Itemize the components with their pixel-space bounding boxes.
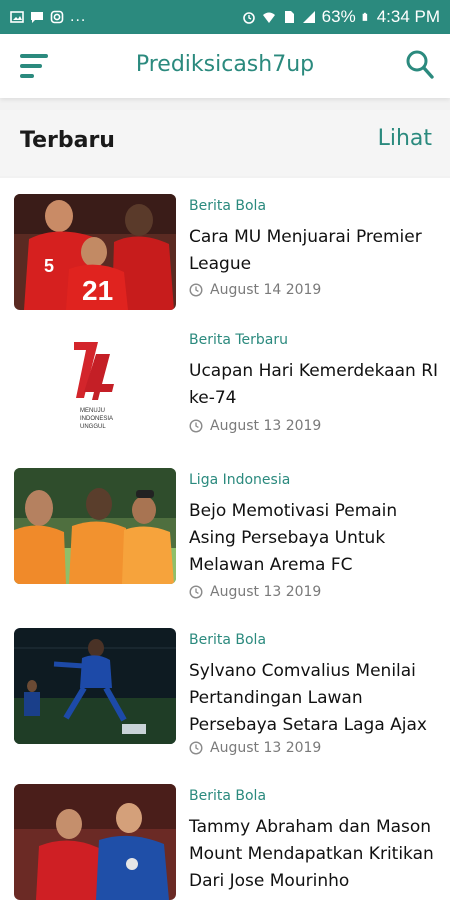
date-text: August 13 2019 (210, 740, 322, 756)
article-title: Ucapan Hari Kemerdekaan RI ke-74 (189, 361, 439, 408)
clock-icon (189, 585, 203, 599)
instagram-icon (50, 10, 64, 24)
search-icon[interactable] (406, 50, 434, 80)
app-title: Prediksicash7up (135, 52, 315, 77)
article-title: Bejo Memotivasi Pemain Asing Persebaya U… (189, 501, 398, 575)
overflow-dots: ... (70, 8, 87, 25)
battery-icon (362, 12, 367, 21)
image-icon (10, 11, 24, 23)
coach-team-image (14, 468, 176, 584)
sim-icon (284, 11, 294, 23)
alarm-icon (242, 12, 255, 24)
article-title: Cara MU Menjuarai Premier League (189, 227, 422, 274)
clock-time: 4:34 PM (376, 7, 440, 26)
article-title: Sylvano Comvalius Menilai Pertandingan L… (189, 661, 427, 735)
article-thumbnail (14, 628, 176, 744)
article-category: Berita Bola (189, 788, 267, 804)
status-notifications: ... (10, 8, 86, 26)
see-all-link[interactable]: Lihat (378, 126, 432, 151)
battery-percent: 63% (321, 7, 356, 26)
article-thumbnail: 21 5 (14, 194, 176, 310)
signal-icon (302, 11, 315, 23)
article-date: August 13 2019 (189, 418, 321, 434)
svg-text:INDONESIA: INDONESIA (80, 416, 113, 422)
article-category: Berita Bola (189, 198, 267, 214)
app-bar: Prediksicash7up (0, 34, 450, 98)
article-card[interactable]: Liga Indonesia Bejo Memotivasi Pemain As… (0, 468, 450, 600)
article-card[interactable]: Berita Bola Sylvano Comvalius Menilai Pe… (0, 628, 450, 758)
message-icon (31, 12, 43, 23)
section-header: Terbaru Lihat (0, 110, 450, 176)
date-text: August 14 2019 (210, 282, 322, 298)
article-title: Tammy Abraham dan Mason Mount Mendapatka… (189, 817, 434, 891)
article-date: August 13 2019 (189, 584, 321, 600)
article-category: Berita Terbaru (189, 332, 289, 348)
status-bar: ... 63% 4:34 PM (0, 0, 450, 34)
article-thumbnail (14, 784, 176, 900)
article-date: August 13 2019 (189, 740, 321, 756)
article-thumbnail: MENUJU INDONESIA UNGGUL (14, 328, 176, 444)
menu-icon[interactable] (20, 52, 50, 80)
players-image (14, 784, 176, 900)
article-category: Liga Indonesia (189, 472, 291, 488)
svg-text:21: 21 (82, 275, 113, 306)
svg-text:5: 5 (44, 256, 54, 276)
article-category: Berita Bola (189, 632, 267, 648)
date-text: August 13 2019 (210, 418, 322, 434)
date-text: August 13 2019 (210, 584, 322, 600)
clock-icon (189, 283, 203, 297)
article-card[interactable]: Berita Bola Tammy Abraham dan Mason Moun… (0, 784, 450, 900)
wifi-icon (262, 12, 275, 23)
status-system: 63% 4:34 PM (242, 7, 440, 27)
article-date: August 14 2019 (189, 282, 321, 298)
match-action-image (14, 628, 176, 744)
clock-icon (189, 419, 203, 433)
section-title: Terbaru (20, 128, 115, 153)
clock-icon (189, 741, 203, 755)
svg-text:UNGGUL: UNGGUL (80, 424, 106, 430)
article-thumbnail (14, 468, 176, 584)
article-list: 21 5 Berita Bola Cara MU Menjuarai Premi… (0, 178, 450, 900)
svg-text:MENUJU: MENUJU (80, 408, 105, 414)
independence-logo-image: MENUJU INDONESIA UNGGUL (14, 328, 176, 444)
football-players-image: 21 5 (14, 194, 176, 310)
article-card[interactable]: 21 5 Berita Bola Cara MU Menjuarai Premi… (0, 194, 450, 314)
article-card[interactable]: MENUJU INDONESIA UNGGUL Berita Terbaru U… (0, 328, 450, 448)
